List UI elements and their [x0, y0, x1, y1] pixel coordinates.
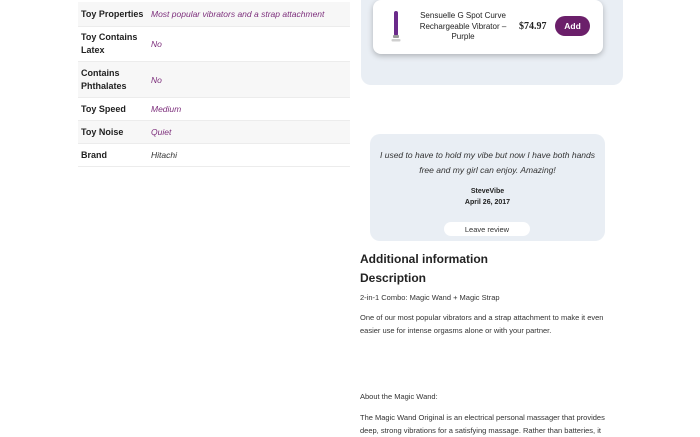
specs-table: Toy Properties Most popular vibrators an… [78, 2, 350, 167]
table-row: Toy Speed Medium [78, 98, 350, 121]
spec-label: Toy Contains Latex [81, 32, 138, 55]
spec-label: Toy Speed [81, 103, 126, 114]
spec-value: Quiet [151, 127, 172, 137]
spec-label: Contains Phthalates [81, 67, 127, 91]
spec-value: Medium [151, 104, 182, 114]
description-section: Additional information Description 2-in-… [360, 251, 625, 435]
review-author: SteveVibe [470, 188, 505, 195]
review-card: I used to have to hold my vibe but now I… [370, 134, 605, 241]
description-intro: One of our most popular vibrators and a … [360, 313, 604, 335]
spec-value: Hitachi [151, 150, 177, 160]
product-name[interactable]: Sensuelle G Spot Curve Rechargeable Vibr… [415, 11, 511, 43]
description-heading: Description [360, 271, 427, 285]
about-heading: About the Magic Wand: [360, 392, 438, 401]
additional-info-heading: Additional information [360, 252, 488, 266]
spec-value: No [151, 74, 162, 85]
spec-value: Most popular vibrators and a strap attac… [151, 9, 325, 19]
magic-wand-description: The Magic Wand Original is an electrical… [360, 413, 605, 435]
spec-label: Toy Noise [81, 126, 124, 137]
combo-line: 2-in-1 Combo: Magic Wand + Magic Strap [360, 293, 500, 302]
spec-label: Toy Properties [81, 8, 144, 19]
table-row: Toy Contains Latex No [78, 27, 350, 62]
spec-label: Brand [81, 149, 108, 160]
table-row: Toy Properties Most popular vibrators an… [78, 2, 350, 27]
product-price: $74.97 [519, 21, 547, 32]
review-quote: I used to have to hold my vibe but now I… [380, 150, 596, 175]
table-row: Brand Hitachi [78, 144, 350, 167]
product-thumbnail[interactable] [391, 11, 401, 43]
spec-value: No [151, 39, 162, 49]
review-date: April 26, 2017 [464, 199, 511, 206]
table-row: Toy Noise Quiet [78, 121, 350, 144]
table-row: Contains Phthalates No [78, 62, 350, 98]
leave-review-button[interactable]: Leave review [444, 222, 530, 236]
upsell-product-card[interactable]: Sensuelle G Spot Curve Rechargeable Vibr… [373, 0, 603, 54]
add-to-cart-button[interactable]: Add [555, 16, 590, 36]
